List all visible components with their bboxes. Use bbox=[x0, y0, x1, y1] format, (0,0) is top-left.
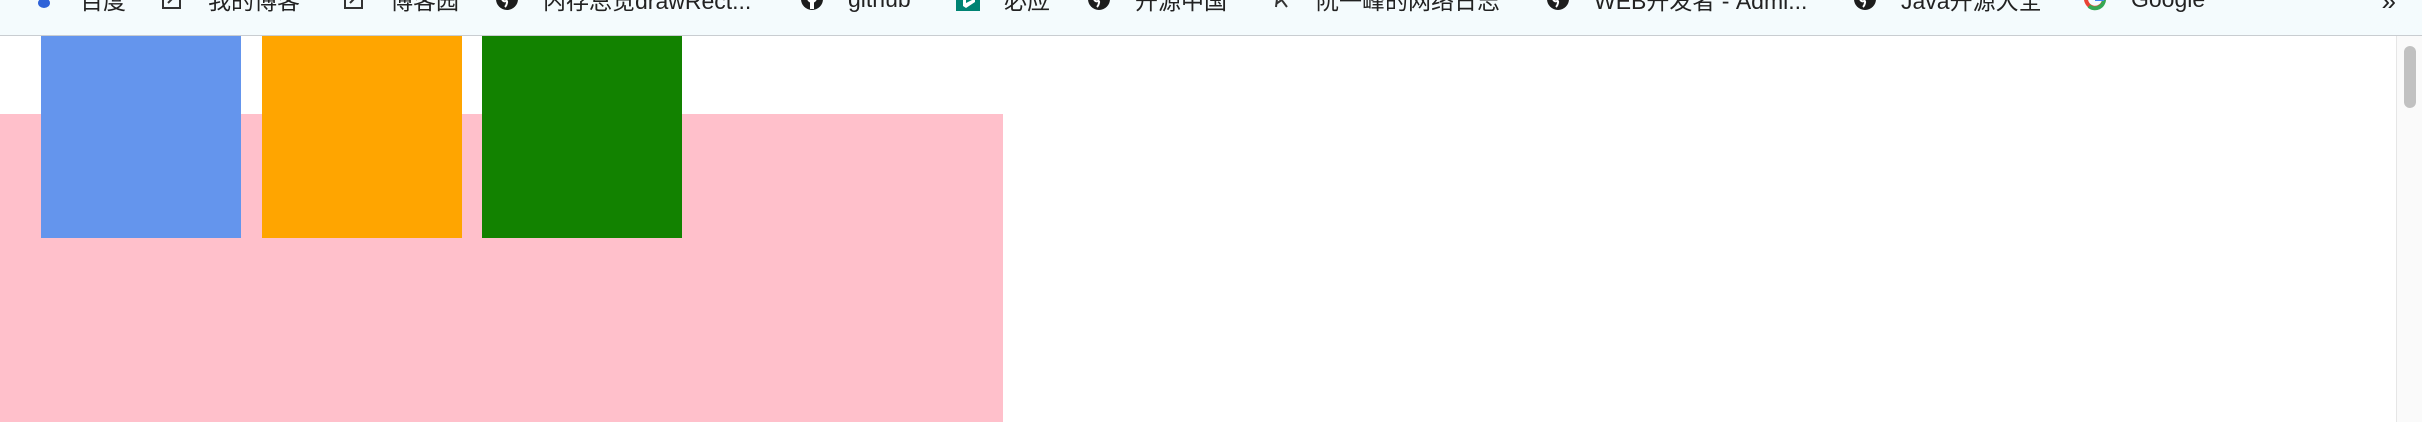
bookmark-java-open-source[interactable]: Java开源大全 bbox=[1853, 0, 2042, 14]
green-square bbox=[482, 36, 682, 238]
bookmark-label: 百度 bbox=[80, 0, 126, 14]
bookmark-oschina[interactable]: 开源中国 bbox=[1087, 0, 1227, 14]
bookmark-cnblogs[interactable]: 博客园 bbox=[342, 0, 459, 14]
bookmark-drawrect[interactable]: 内存总览drawRect... bbox=[495, 0, 751, 14]
bookmark-label: WEB开发者 - Admi... bbox=[1594, 0, 1808, 14]
bookmark-label: 开源中国 bbox=[1135, 0, 1227, 14]
bookmark-github[interactable]: github bbox=[800, 0, 911, 13]
bookmark-label: 必应 bbox=[1004, 0, 1050, 14]
globe-icon bbox=[1547, 0, 1569, 10]
bing-icon bbox=[956, 0, 980, 11]
bookmark-web-developer[interactable]: WEB开发者 - Admi... bbox=[1546, 0, 1807, 14]
bookmark-baidu[interactable]: 百度 bbox=[32, 0, 126, 14]
blog-icon bbox=[162, 0, 181, 9]
bookmark-ruanyifeng[interactable]: 阮一峰的网络日志 bbox=[1268, 0, 1500, 14]
google-icon bbox=[2084, 0, 2106, 11]
globe-icon bbox=[496, 0, 518, 10]
globe-icon bbox=[1088, 0, 1110, 10]
baidu-paw-icon bbox=[38, 0, 50, 8]
bookmark-my-blog[interactable]: 我的博客 bbox=[160, 0, 300, 14]
browser-window: 百度 我的博客 博客园 内存总览drawRect... 必应 开源中国 阮一峰的… bbox=[0, 0, 2422, 422]
bookmark-google[interactable]: Google bbox=[2083, 0, 2205, 13]
bookmark-label: Google bbox=[2131, 0, 2205, 13]
bookmark-label: github bbox=[848, 0, 911, 13]
bookmark-label: 我的博客 bbox=[208, 0, 300, 14]
bookmark-label: 博客园 bbox=[390, 0, 459, 14]
bookmark-bing[interactable]: 必应 bbox=[956, 0, 1050, 14]
bookmarks-overflow-button[interactable]: » bbox=[2382, 0, 2396, 17]
orange-square bbox=[262, 36, 462, 238]
bookmark-label: Java开源大全 bbox=[1901, 0, 2042, 14]
github-icon bbox=[801, 0, 823, 10]
bookmark-label: 阮一峰的网络日志 bbox=[1316, 0, 1500, 14]
blue-square bbox=[41, 36, 241, 238]
scrollbar-thumb[interactable] bbox=[2404, 46, 2416, 108]
ruanyifeng-icon bbox=[1275, 0, 1288, 8]
blog-icon bbox=[344, 0, 363, 9]
page-content bbox=[0, 36, 2396, 422]
globe-icon bbox=[1854, 0, 1876, 10]
bookmark-label: 内存总览drawRect... bbox=[543, 0, 752, 14]
bookmarks-bar: 百度 我的博客 博客园 内存总览drawRect... 必应 开源中国 阮一峰的… bbox=[0, 0, 2422, 36]
vertical-scrollbar[interactable] bbox=[2396, 36, 2422, 422]
